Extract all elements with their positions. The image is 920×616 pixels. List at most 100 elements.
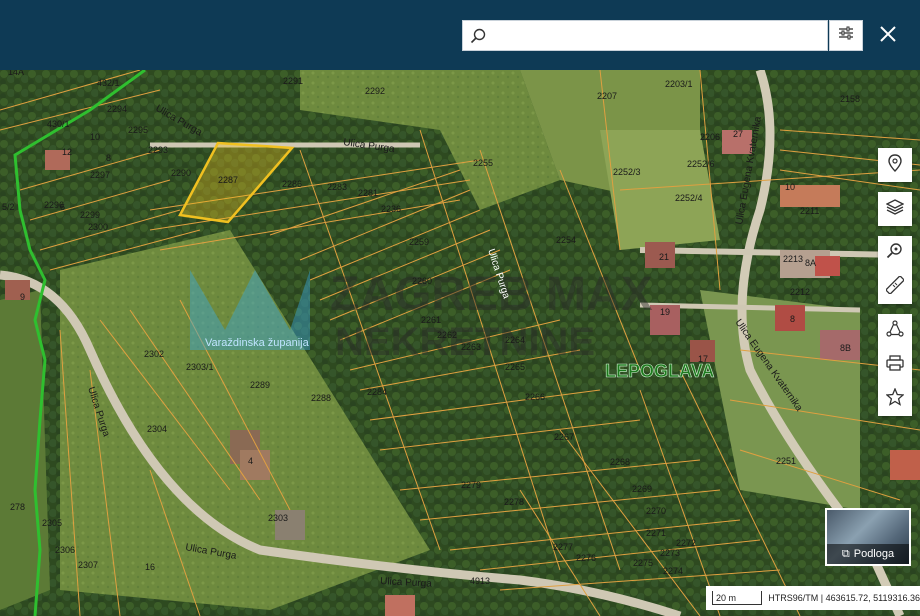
search-box[interactable] xyxy=(462,20,828,51)
parcel-number: 2281 xyxy=(358,188,378,198)
parcel-number: 27 xyxy=(733,129,743,139)
parcel-number: 8 xyxy=(106,153,111,163)
parcel-number: 432/1 xyxy=(97,78,120,88)
basemap-label-bar: ⧉ Podloga xyxy=(827,544,909,564)
parcel-number: 2266 xyxy=(525,392,545,402)
parcel-number: 2291 xyxy=(283,76,303,86)
parcel-number: 2293 xyxy=(148,145,168,155)
parcel-number: 17 xyxy=(698,354,708,364)
search-input[interactable] xyxy=(493,20,827,51)
top-bar xyxy=(0,0,920,70)
star-icon xyxy=(885,386,905,411)
parcel-number: 16 xyxy=(145,562,155,572)
tool-group-actions xyxy=(878,314,912,416)
parcel-number: 2251 xyxy=(776,456,796,466)
parcel-number: 2265 xyxy=(505,362,525,372)
parcel-number: 2287 xyxy=(218,175,238,185)
parcel-number: 4913 xyxy=(470,576,490,586)
search-location-button[interactable] xyxy=(878,236,912,270)
parcel-number: 2305 xyxy=(42,518,62,528)
favorite-button[interactable] xyxy=(878,382,912,416)
parcel-number: 2289 xyxy=(250,380,270,390)
parcel-number: 2273 xyxy=(660,548,680,558)
parcel-number: 19 xyxy=(660,307,670,317)
parcel-number: 2269 xyxy=(632,484,652,494)
parcel-number: 2267 xyxy=(554,432,574,442)
parcel-number: 278 xyxy=(10,502,25,512)
basemap-icon: ⧉ xyxy=(841,547,850,560)
parcel-number: 2278 xyxy=(504,497,524,507)
parcel-number: 2236 xyxy=(381,204,401,214)
parcel-number: 2206 xyxy=(700,132,720,142)
watermark-line1: ZAGREB MAX xyxy=(330,268,653,321)
parcel-number: 2274 xyxy=(663,566,683,576)
scale-bar: 20 m HTRS96/TM | 463615.72, 5119316.36 xyxy=(706,586,920,610)
tool-group-location xyxy=(878,148,912,182)
parcel-number: 2307 xyxy=(78,560,98,570)
parcel-number: 2158 xyxy=(840,94,860,104)
parcel-number: 2300 xyxy=(88,222,108,232)
parcel-number: 2255 xyxy=(473,158,493,168)
parcel-number: 2277 xyxy=(553,542,573,552)
parcel-number: 2252/3 xyxy=(613,167,641,177)
tool-group-layers xyxy=(878,192,912,226)
parcel-number: 2299 xyxy=(80,210,100,220)
parcel-number: 2252/4 xyxy=(675,193,703,203)
parcel-number: 2279 xyxy=(461,480,481,490)
parcel-number: 2270 xyxy=(646,506,666,516)
ruler-button[interactable] xyxy=(878,270,912,304)
parcel-number: 2294 xyxy=(107,104,127,114)
parcel-number: 2303/1 xyxy=(186,362,214,372)
tool-group-measure xyxy=(878,236,912,304)
parcel-number: 430/1 xyxy=(47,119,70,129)
parcel-number: 2213 xyxy=(783,254,803,264)
basemap-switcher[interactable]: ⧉ Podloga xyxy=(825,508,911,566)
region-label: Varaždinska županija xyxy=(205,337,310,349)
parcel-number: 10 xyxy=(785,182,795,192)
close-button[interactable] xyxy=(874,22,902,50)
parcel-number: 2203/1 xyxy=(665,79,693,89)
parcel-number: 2254 xyxy=(556,235,576,245)
parcel-number: 2304 xyxy=(147,424,167,434)
search-location-icon xyxy=(886,242,904,265)
parcel-number: 12 xyxy=(62,147,72,157)
parcel-number: 2211 xyxy=(800,206,819,216)
map-canvas[interactable]: ZAGREB MAX NEKRETNINE Varaždinska župani… xyxy=(0,70,920,616)
layers-icon xyxy=(885,198,905,220)
parcel-number: 21 xyxy=(659,252,669,262)
parcel-number: 2288 xyxy=(311,393,331,403)
filter-button[interactable] xyxy=(829,20,863,51)
search-icon xyxy=(463,28,493,44)
print-icon xyxy=(886,354,904,376)
parcel-number: 8 xyxy=(790,314,795,324)
parcel-number: 2295 xyxy=(128,125,148,135)
location-button[interactable] xyxy=(878,148,912,182)
parcel-number: 2259 xyxy=(409,237,429,247)
parcel-number: 4 xyxy=(248,456,253,466)
parcel-number: 2263 xyxy=(461,342,481,352)
parcel-number: 2302 xyxy=(144,349,164,359)
parcel-number: 2284 xyxy=(367,387,387,397)
parcel-number: 10 xyxy=(90,132,100,142)
parcel-number: 2268 xyxy=(610,457,630,467)
layers-button[interactable] xyxy=(878,192,912,226)
parcel-number: 2207 xyxy=(597,91,617,101)
parcel-number: 2286 xyxy=(282,179,302,189)
map-toolbar xyxy=(878,148,912,426)
share-icon xyxy=(886,319,904,343)
coordinates-readout: HTRS96/TM | 463615.72, 5119316.36 xyxy=(768,593,920,603)
print-button[interactable] xyxy=(878,348,912,382)
parcel-number: 8A xyxy=(805,258,816,268)
parcel-number: 2292 xyxy=(365,86,385,96)
scale-indicator: 20 m xyxy=(712,591,763,605)
parcel-number: 14A xyxy=(8,70,24,77)
parcel-number: 2283 xyxy=(327,182,347,192)
share-button[interactable] xyxy=(878,314,912,348)
parcel-number: 2212 xyxy=(790,287,810,297)
map-view[interactable]: ZAGREB MAX NEKRETNINE Varaždinska župani… xyxy=(0,70,920,616)
parcel-number: 2276 xyxy=(576,553,596,563)
parcel-number: 2275 xyxy=(633,558,653,568)
parcel-number: 2252/6 xyxy=(687,159,715,169)
parcel-number: 2262 xyxy=(437,330,457,340)
parcel-number: 2303 xyxy=(268,513,288,523)
